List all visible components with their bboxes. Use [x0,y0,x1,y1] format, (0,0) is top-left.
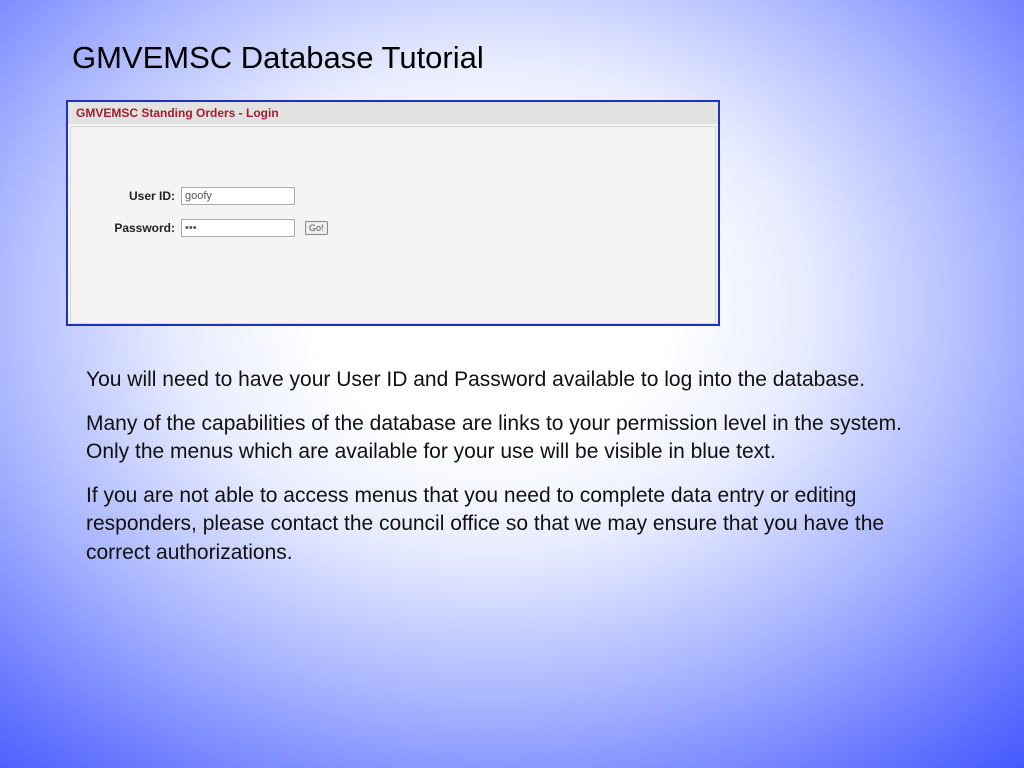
user-id-label: User ID: [101,189,181,203]
user-id-row: User ID: [101,187,715,205]
password-row: Password: Go! [101,219,715,237]
slide-title: GMVEMSC Database Tutorial [72,40,484,76]
body-paragraph-2: Many of the capabilities of the database… [86,410,934,467]
user-id-input[interactable] [181,187,295,205]
login-header: GMVEMSC Standing Orders - Login [68,102,718,124]
body-paragraph-1: You will need to have your User ID and P… [86,366,934,394]
password-input[interactable] [181,219,295,237]
body-paragraph-3: If you are not able to access menus that… [86,482,934,567]
go-button[interactable]: Go! [305,221,328,235]
login-panel: GMVEMSC Standing Orders - Login User ID:… [66,100,720,326]
login-body: User ID: Password: Go! [70,126,716,324]
password-label: Password: [101,221,181,235]
